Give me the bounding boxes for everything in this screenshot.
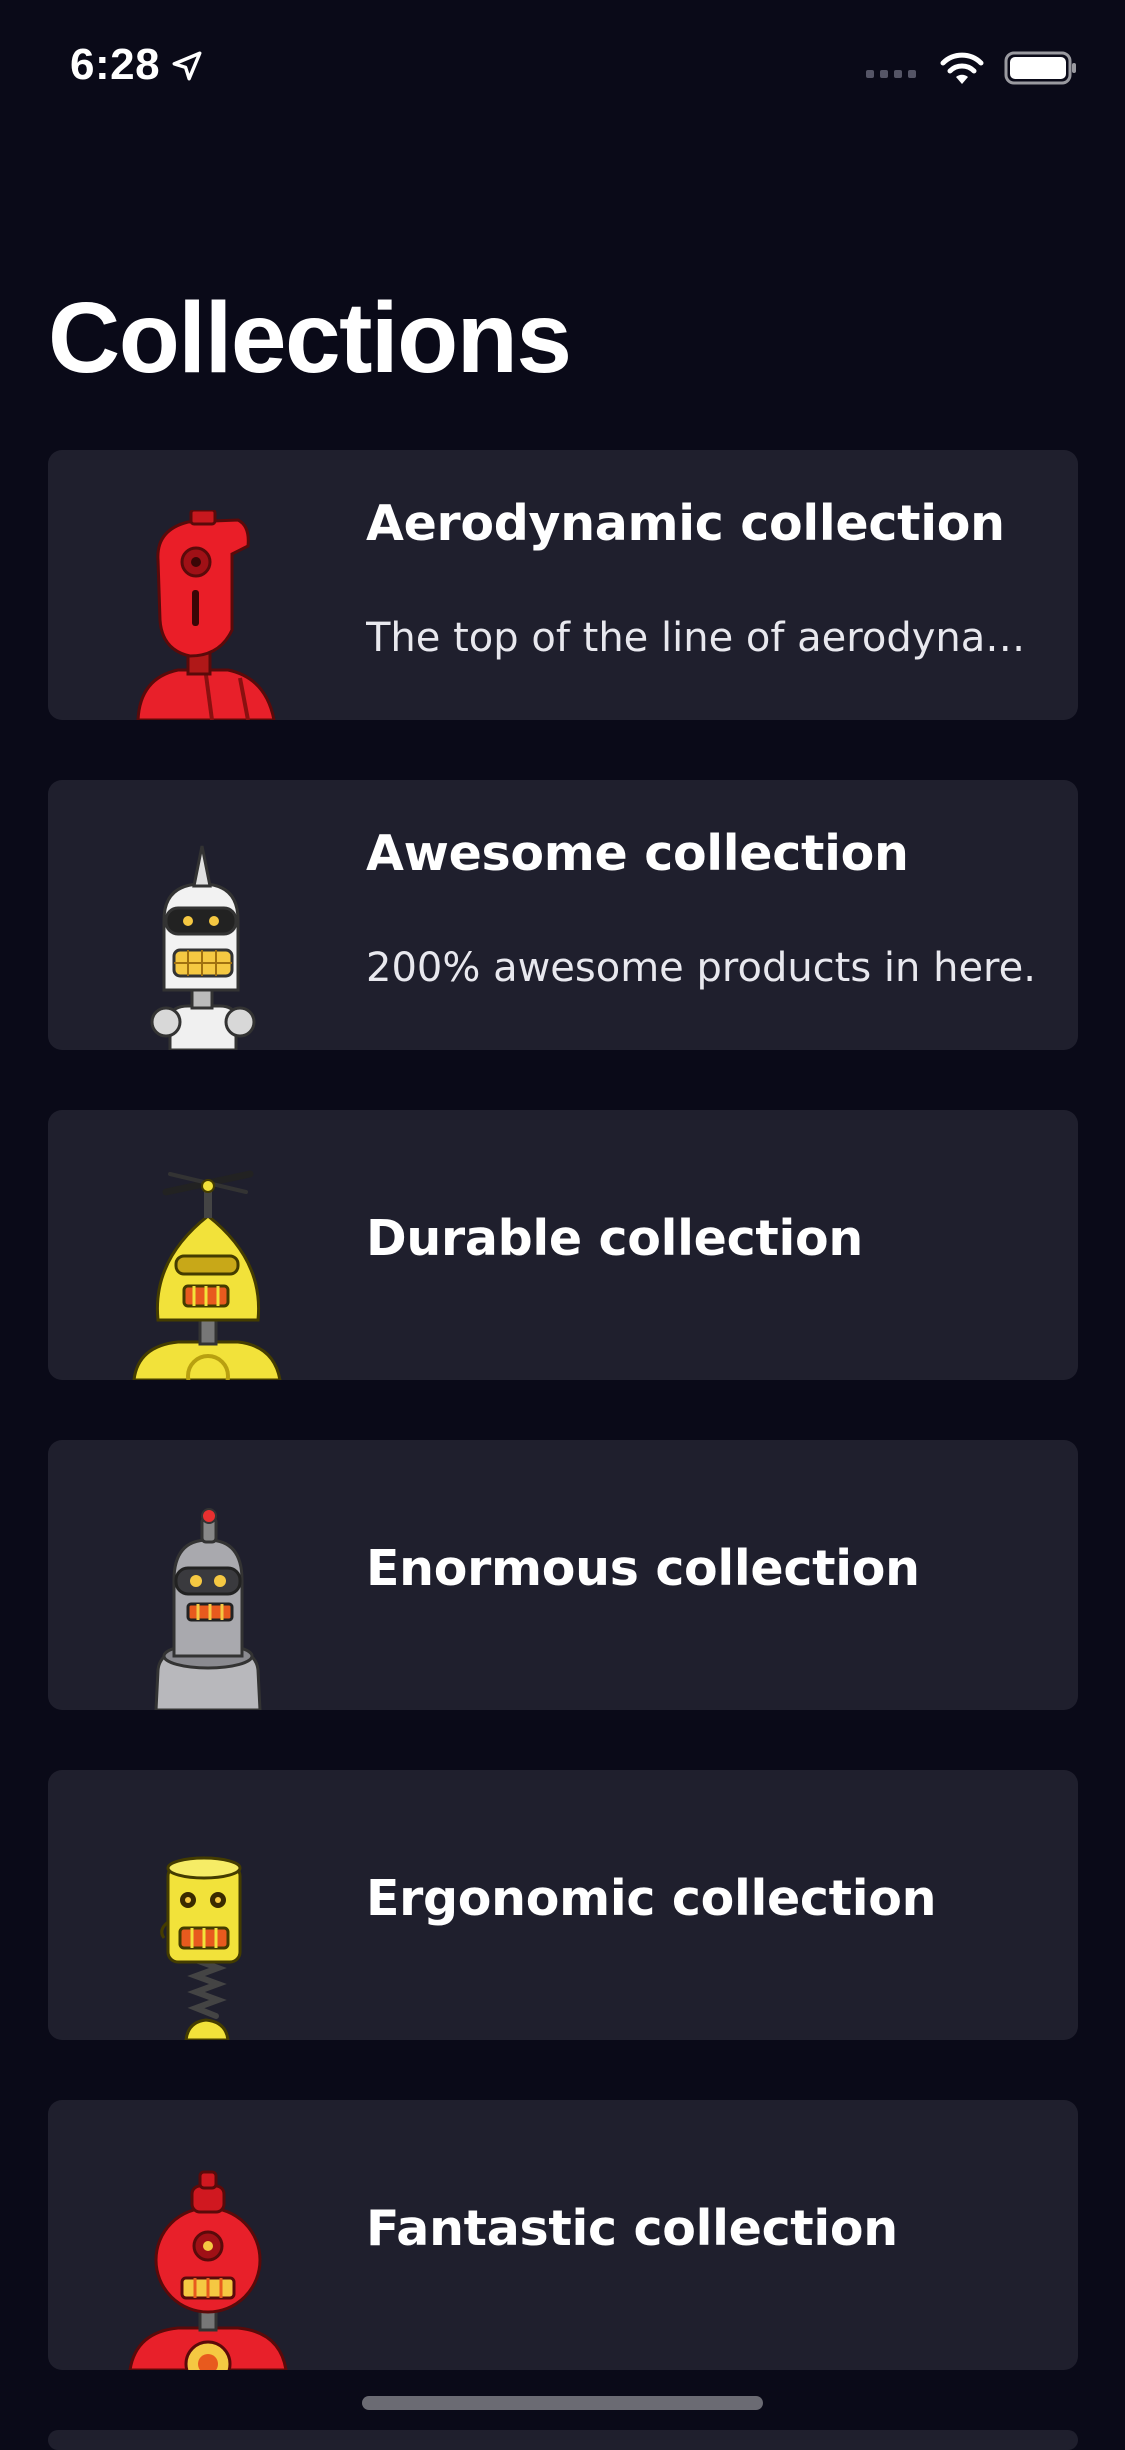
card-text: Durable collection bbox=[366, 1110, 1040, 1380]
status-indicators bbox=[866, 50, 1078, 86]
next-card-peek[interactable] bbox=[48, 2430, 1078, 2450]
card-text: Awesome collection 200% awesome products… bbox=[366, 780, 1040, 1050]
gray-robot-image bbox=[108, 1500, 288, 1710]
card-text: Aerodynamic collection The top of the li… bbox=[366, 450, 1040, 720]
collection-card-durable[interactable]: Durable collection bbox=[48, 1110, 1078, 1380]
collection-title: Durable collection bbox=[366, 1210, 863, 1267]
collection-title: Awesome collection bbox=[366, 825, 909, 882]
card-text: Fantastic collection bbox=[366, 2100, 1040, 2370]
page-title: Collections bbox=[48, 282, 572, 394]
collection-description: 200% awesome products in here. bbox=[366, 945, 1036, 991]
battery-icon bbox=[1004, 51, 1076, 85]
status-time-text: 6:28 bbox=[70, 40, 161, 89]
cellular-signal-icon bbox=[866, 58, 916, 78]
yellow-propeller-robot-image bbox=[108, 1170, 288, 1380]
card-text: Enormous collection bbox=[366, 1440, 1040, 1710]
collection-card-ergonomic[interactable]: Ergonomic collection bbox=[48, 1770, 1078, 2040]
yellow-spring-robot-image bbox=[108, 1830, 288, 2040]
collection-card-awesome[interactable]: Awesome collection 200% awesome products… bbox=[48, 780, 1078, 1050]
wifi-icon bbox=[940, 52, 984, 84]
collection-title: Ergonomic collection bbox=[366, 1870, 937, 1927]
location-arrow-icon bbox=[172, 51, 202, 81]
white-robot-image bbox=[108, 840, 288, 1050]
status-bar: 6:28 bbox=[0, 0, 1125, 132]
red-robot-image bbox=[108, 510, 288, 720]
collection-title: Aerodynamic collection bbox=[366, 495, 1005, 552]
collection-card-fantastic[interactable]: Fantastic collection bbox=[48, 2100, 1078, 2370]
collection-list: Aerodynamic collection The top of the li… bbox=[48, 450, 1078, 2430]
red-round-robot-image bbox=[108, 2160, 288, 2370]
collection-description: The top of the line of aerodynamic produ… bbox=[366, 615, 1040, 661]
collection-card-enormous[interactable]: Enormous collection bbox=[48, 1440, 1078, 1710]
home-indicator[interactable] bbox=[362, 2396, 763, 2410]
card-text: Ergonomic collection bbox=[366, 1770, 1040, 2040]
collection-title: Enormous collection bbox=[366, 1540, 920, 1597]
status-time: 6:28 bbox=[70, 40, 204, 90]
collection-card-aerodynamic[interactable]: Aerodynamic collection The top of the li… bbox=[48, 450, 1078, 720]
collection-title: Fantastic collection bbox=[366, 2200, 898, 2257]
